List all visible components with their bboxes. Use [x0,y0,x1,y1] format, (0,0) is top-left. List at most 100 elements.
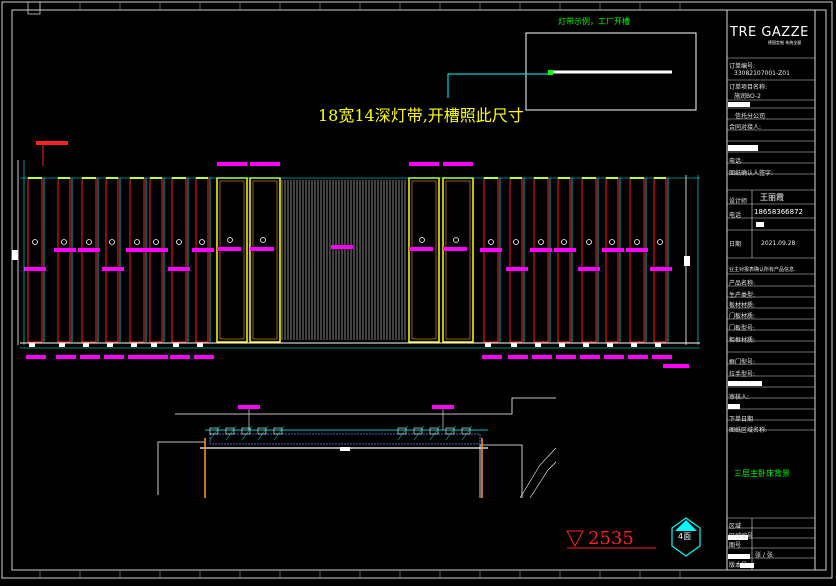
dimension-tag [532,355,552,359]
sheet-material-label: 板材材质: [729,302,756,309]
dimension-tag [604,355,624,359]
checker-label: 审核人: [729,394,750,401]
dimension-tag [104,355,124,359]
base-block [173,343,179,347]
dimension-tag [238,405,260,409]
phone2-label: 电话 [729,212,742,219]
callout-text: 18宽14深灯带,开槽照此尺寸 [318,106,524,125]
plan-fitting [225,427,235,435]
detail-box-title: 灯带示例，工厂开槽 [558,17,630,26]
dimension-tag [148,355,168,359]
elevation-panels [12,141,699,368]
project-name: 施润BO-2 [734,93,761,100]
product-label: 产品名称: [729,280,756,287]
base-block [535,343,541,347]
dimension-tag [482,355,502,359]
handle-mark [609,239,615,245]
base-block [607,343,613,347]
dimension-tag [217,162,247,166]
base-block [485,343,491,347]
cabinet-panel [105,177,119,343]
callout-leader [447,73,548,98]
category-label: 生产类型: [729,292,756,299]
dimension-tag [506,267,528,271]
base-block [131,343,137,347]
handle-mark [419,237,425,243]
note-label: 业主对报表确认所有产品信息. [729,267,796,273]
handle-mark [513,239,519,245]
cabinet-panel [581,177,597,343]
title-block-fill [728,145,758,151]
frame-model-label: 框门型号: [729,359,756,366]
cabinet-panel [195,177,209,343]
cabinet-panel [509,177,523,343]
outer-frame [1,1,833,579]
cad-canvas [1,1,833,579]
door-panel [249,177,281,343]
dimension-tag [24,267,46,271]
date: 2021.09.28 [761,240,796,247]
handle-mark [488,239,494,245]
handle-mark [453,237,459,243]
section-marker-text: 4面 [678,532,692,541]
base-block [655,343,661,347]
plan-fitting [397,427,407,435]
plan-fitting [257,427,267,435]
elevation-marker-triangle [566,530,584,548]
handle-mark [657,239,663,245]
base-block [29,343,35,347]
confirm-label: 图纸确认人签字: [729,170,774,177]
dimension-tag [168,267,190,271]
handle-mark [153,239,159,245]
brand-sub: 德国定制 系统全屋 [768,40,802,45]
cabinet-panel [557,177,571,343]
dimension-tag [650,267,672,271]
order-date-label: 下单日期 [729,416,754,423]
handle-mark [634,239,640,245]
cabinet-panel [605,177,619,343]
cabinet-panel [533,177,549,343]
dimension-tag [663,364,689,368]
order-no: 33082107001-Z01 [734,70,790,77]
project-label: 订单项目名称: [729,84,768,91]
elevation-marker-text: 2535 [588,528,634,549]
plan-fitting [461,427,471,435]
handle-mark [561,239,567,245]
base-block [631,343,637,347]
dimension-tag [128,355,148,359]
plan-fitting [445,427,455,435]
corner-box [27,1,41,15]
title-block-fill [756,222,764,227]
dimension-tag [480,248,502,252]
contact-label: 合同对接人: [729,124,762,131]
door-panel [408,177,440,343]
copy-label: 版本号 [729,562,748,569]
phone2: 18658366872 [754,208,803,216]
handle-model-label: 拉手型号: [729,371,756,378]
region-label: 区域 [729,523,742,530]
cabinet-panel [27,177,43,343]
door-material-label: 门板材质: [729,313,756,320]
dimension-tag [194,355,214,359]
dimension-tag [508,355,528,359]
handle-mark [176,239,182,245]
designer-label: 设计师 [729,198,748,205]
handle-mark [32,239,38,245]
side-block [684,256,690,266]
side-block [12,250,18,260]
handle-mark [227,237,233,243]
dimension-tag [26,355,46,359]
dimension-tag [192,248,214,252]
door-inner [252,180,278,340]
brand-logo: TRE GAZZE [730,25,809,40]
top-red-tag [36,141,68,145]
plan-fitting [273,427,283,435]
cabinet-panel [129,177,145,343]
dimension-tag [170,355,190,359]
door-inner [411,180,437,340]
drawing-no-label: 图号 [729,542,742,549]
base-block [511,343,517,347]
dimension-tag [56,355,76,359]
dimension-tag [126,248,148,252]
dimension-tag [217,247,241,251]
